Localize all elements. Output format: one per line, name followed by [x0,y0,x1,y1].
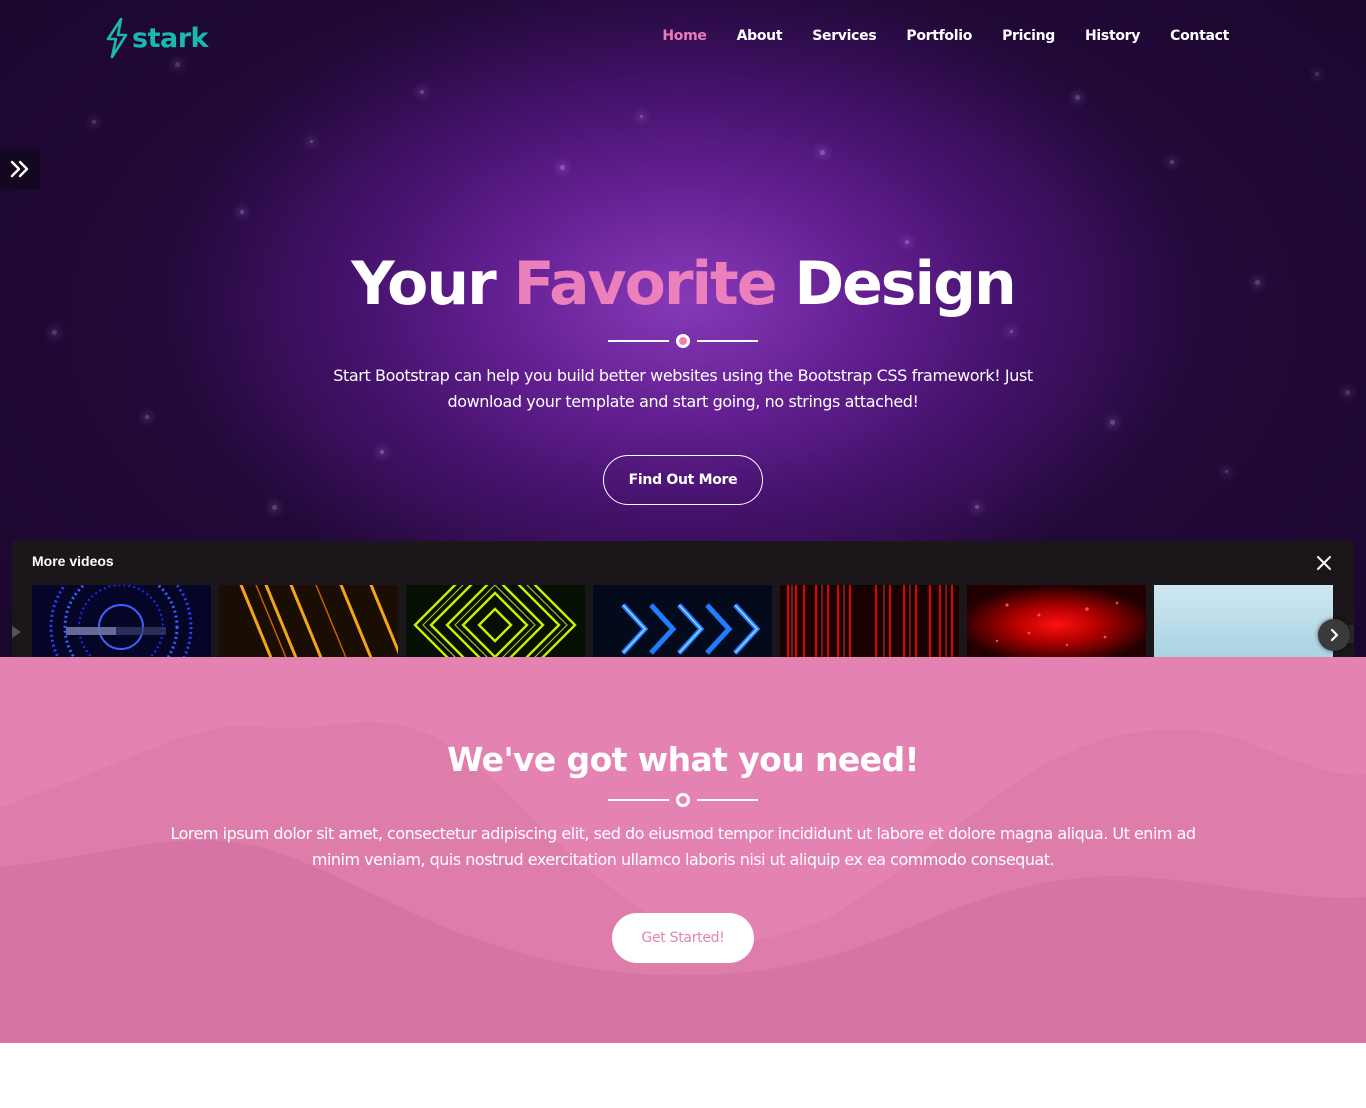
double-chevron-right-icon [10,160,29,178]
section-divider [608,793,758,807]
divider-line [697,799,758,801]
hero-title-accent: Favorite [513,249,778,319]
sparkle [640,115,643,118]
divider-dot [676,793,690,807]
red-curtain-thumbnail[interactable] [780,585,959,657]
yellow-diamonds-thumbnail[interactable] [406,585,585,657]
hero-divider [608,334,758,348]
brand-name: stark [132,22,208,54]
nav-item-services[interactable]: Services [812,26,876,46]
sparkle [310,140,313,143]
nav-item-about[interactable]: About [737,26,783,46]
orange-neon-lines-thumbnail[interactable] [219,585,398,657]
play-icon[interactable] [12,626,21,638]
sparkle [975,505,979,509]
nav-item-home[interactable]: Home [662,26,707,46]
get-started-button[interactable]: Get Started! [612,913,754,963]
sparkle [1010,330,1013,333]
sparkle [145,415,149,419]
hero-text: Start Bootstrap can help you build bette… [333,366,1033,411]
sparkle [420,90,424,94]
hero-title-part3: Design [794,249,1016,319]
features-section: We've got what you need! Lorem ipsum dol… [0,657,1366,1043]
sparkle [1110,420,1115,425]
nav-item-contact[interactable]: Contact [1170,26,1229,46]
hero-title: Your Favorite Design [0,246,1366,322]
more-videos-panel: More videos [12,541,1354,657]
next-videos-button[interactable] [1318,619,1350,651]
blue-circles-thumbnail[interactable] [32,585,211,657]
sparkle [240,210,244,214]
lightning-icon [106,17,128,59]
sparkle [175,62,180,67]
nav-item-pricing[interactable]: Pricing [1002,26,1055,46]
more-videos-title: More videos [32,553,114,569]
section-text: Lorem ipsum dolor sit amet, consectetur … [170,824,1196,869]
main-nav: Home About Services Portfolio Pricing Hi… [662,26,1229,46]
divider-line [697,340,758,342]
hero-title-part1: Your [351,249,496,319]
divider-dot [676,334,690,348]
sparkle [92,120,96,124]
sparkle [1170,160,1174,164]
nav-item-portfolio[interactable]: Portfolio [906,26,972,46]
sparkle [1345,390,1350,395]
red-particles-thumbnail[interactable] [967,585,1146,657]
brand-logo[interactable]: stark [104,16,208,60]
sparkle [820,150,825,155]
divider-line [608,799,669,801]
sparkle [905,240,909,244]
find-out-more-button[interactable]: Find Out More [603,455,763,505]
nav-item-history[interactable]: History [1085,26,1140,46]
video-thumbnails [32,585,1333,657]
light-blue-sky-thumbnail[interactable] [1154,585,1333,657]
sparkle [1075,95,1080,100]
sparkle [380,450,384,454]
sparkle [560,165,565,170]
section-title: We've got what you need! [447,740,919,779]
sparkle [1315,72,1319,76]
close-icon[interactable] [1314,553,1334,573]
sparkle [1225,470,1228,473]
sparkle [52,330,57,335]
chevron-right-icon [1330,628,1339,642]
sparkle [272,505,277,510]
blue-chevrons-thumbnail[interactable] [593,585,772,657]
side-menu-toggle[interactable] [0,149,40,189]
divider-line [608,340,669,342]
